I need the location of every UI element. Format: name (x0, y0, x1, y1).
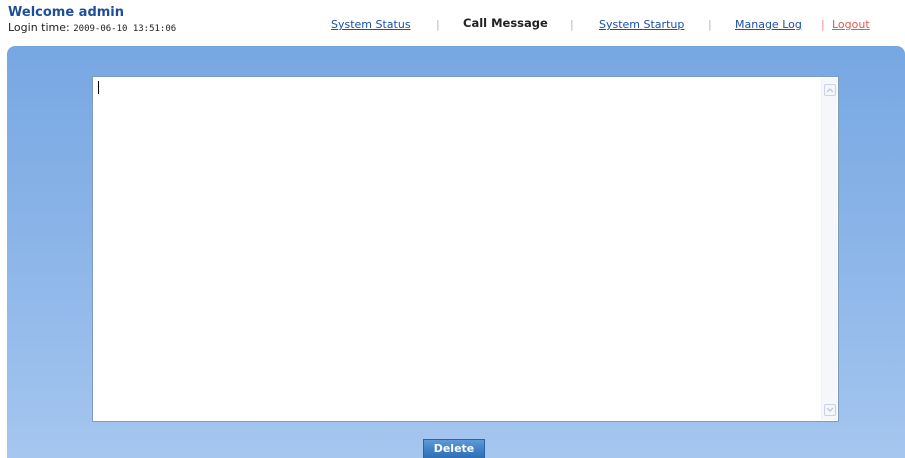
text-cursor (98, 81, 99, 94)
chevron-down-icon (826, 407, 834, 412)
delete-button[interactable]: Delete (423, 439, 485, 458)
nav-separator: | (436, 18, 440, 31)
login-time-label: Login time: (8, 21, 70, 34)
logout-link[interactable]: Logout (832, 18, 870, 31)
nav-system-startup[interactable]: System Startup (599, 18, 684, 31)
nav-separator: | (570, 18, 574, 31)
vertical-scrollbar[interactable] (821, 78, 837, 420)
login-time-value: 2009-06-10 13:51:06 (73, 24, 177, 34)
nav-separator: | (821, 18, 825, 31)
scroll-up-button[interactable] (824, 84, 836, 96)
login-info: Login time: 2009-06-10 13:51:06 (8, 21, 176, 36)
nav-call-message[interactable]: Call Message (463, 17, 548, 30)
header: Welcome admin Login time: 2009-06-10 13:… (0, 0, 905, 46)
welcome-title: Welcome admin (8, 5, 125, 20)
nav-manage-log[interactable]: Manage Log (735, 18, 802, 31)
call-message-textarea-frame (92, 76, 839, 422)
call-message-textarea[interactable] (95, 79, 820, 417)
scroll-down-button[interactable] (824, 404, 836, 416)
page: Welcome admin Login time: 2009-06-10 13:… (0, 0, 905, 458)
nav-separator: | (708, 18, 712, 31)
chevron-up-icon (826, 88, 834, 93)
nav-system-status[interactable]: System Status (331, 18, 411, 31)
